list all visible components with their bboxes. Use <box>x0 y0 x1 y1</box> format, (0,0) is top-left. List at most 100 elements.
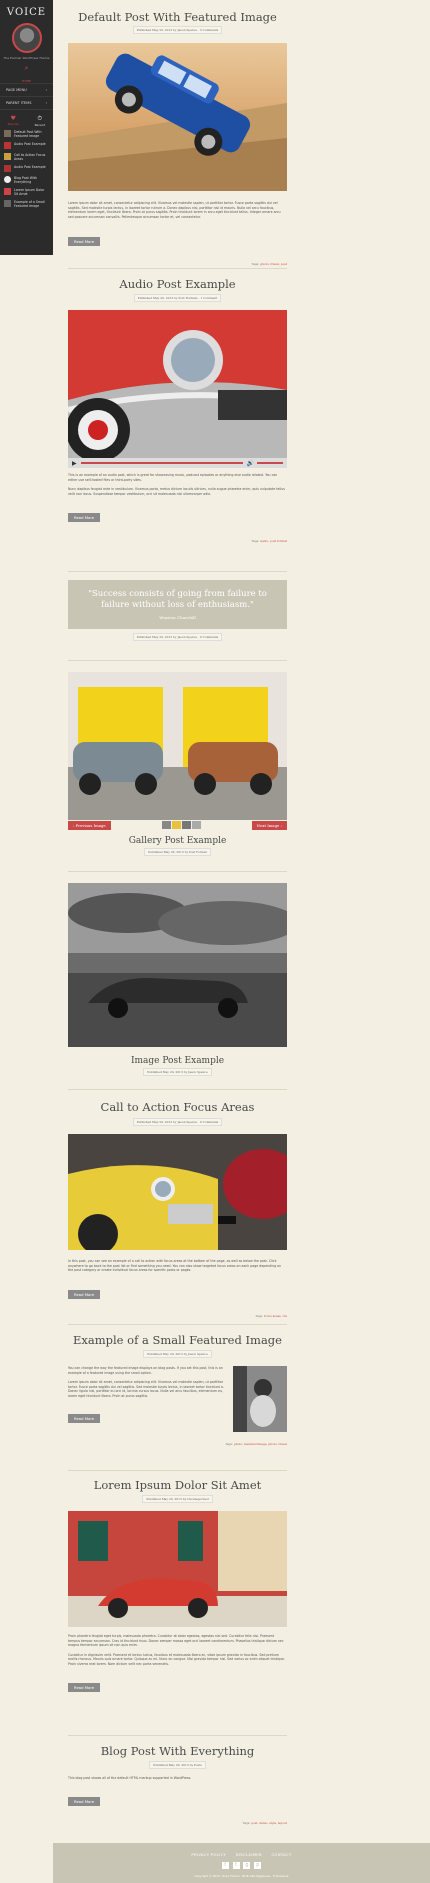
gallery-thumbnails <box>161 821 201 829</box>
previous-image-button[interactable]: ‹ Previous Image <box>68 820 111 830</box>
read-more-button[interactable]: Read More <box>68 513 101 523</box>
list-item[interactable]: Audio Post Example <box>4 165 49 172</box>
post-title[interactable]: Call to Action Focus Areas <box>68 1100 287 1114</box>
list-item[interactable]: Default Post With Featured Image <box>4 130 49 138</box>
featured-image[interactable] <box>68 43 287 191</box>
post-gallery: ‹ Previous Image Next Image › Gallery Po… <box>68 672 287 856</box>
featured-image[interactable] <box>68 883 287 1047</box>
list-item-title: Audio Post Example <box>14 142 46 146</box>
search-icon[interactable]: ⌕ <box>0 64 53 73</box>
post-meta: Published May 20, 2013 by Uncategorized <box>68 1495 287 1503</box>
play-icon[interactable]: ▶ <box>72 460 77 467</box>
tab-popular-label: Popular <box>7 122 19 126</box>
popular-posts-list: Default Post With Featured Image Audio P… <box>0 127 53 215</box>
post-excerpt: Lorem ipsum dolor sit amet, consectetur … <box>68 1380 224 1398</box>
post-excerpt: You can change the way the featured imag… <box>68 1366 223 1375</box>
chevron-right-icon: › <box>45 101 47 105</box>
featured-image[interactable] <box>68 1511 287 1627</box>
post-tags: Tags: photo, travel, post <box>251 262 287 267</box>
nav-parent-items-label: PARENT ITEMS <box>6 101 32 105</box>
volume-icon[interactable]: 🔊 <box>247 460 254 467</box>
post-excerpt: This is an example of an audio post, whi… <box>68 473 278 482</box>
post-tags: Tags: focus areas, cta <box>255 1313 287 1318</box>
post-thumbnail <box>4 142 11 149</box>
volume-slider[interactable] <box>257 462 283 464</box>
nav-page-menu-label: PAGE MENU <box>6 88 27 92</box>
list-item[interactable]: Blog Post With Everything <box>4 176 49 184</box>
post-divider <box>68 1735 287 1736</box>
post-small-featured: Example of a Small Featured Image Publis… <box>68 1333 287 1446</box>
footer-link-privacy[interactable]: PRIVACY POLICY <box>191 1852 226 1857</box>
list-item[interactable]: Call to Action Focus Areas <box>4 153 49 161</box>
post-divider <box>68 1089 287 1090</box>
gallery-thumbnail[interactable] <box>191 821 201 829</box>
post-meta: Published May 20, 2013 by Jason Spence <box>68 1068 287 1076</box>
post-title[interactable]: Audio Post Example <box>68 277 287 291</box>
nav-parent-items[interactable]: PARENT ITEMS › <box>0 96 53 109</box>
post-excerpt: Lorem ipsum dolor sit amet, consectetur … <box>68 201 281 219</box>
audio-progress-bar[interactable] <box>80 462 243 464</box>
tab-popular[interactable]: ♥ Popular <box>0 115 27 127</box>
read-more-button[interactable]: Read More <box>68 1289 101 1299</box>
twitter-icon[interactable]: t <box>232 1862 240 1869</box>
post-thumbnail <box>4 165 11 172</box>
read-more-button[interactable]: Read More <box>68 237 101 247</box>
nav-page-menu[interactable]: PAGE MENU › <box>0 83 53 96</box>
post-tags: Tags: audio, post format <box>251 539 287 544</box>
footer-link-disclaimer[interactable]: DISCLAIMER <box>236 1852 262 1857</box>
featured-image[interactable] <box>68 310 287 458</box>
car-illustration <box>68 883 287 1047</box>
post-title[interactable]: Blog Post With Everything <box>68 1744 287 1758</box>
list-item-title: Lorem Ipsum Dolor Sit Amet <box>14 188 45 196</box>
list-item[interactable]: Example of a Small Featured Image <box>4 200 49 208</box>
list-item[interactable]: Audio Post Example <box>4 142 49 149</box>
site-footer: PRIVACY POLICY DISCLAIMER CONTACT f t g … <box>53 1843 430 1883</box>
list-item[interactable]: Lorem Ipsum Dolor Sit Amet <box>4 188 49 196</box>
post-title[interactable]: Default Post With Featured Image <box>68 10 287 24</box>
car-illustration <box>68 53 287 191</box>
tab-recent[interactable]: ⏱ Recent <box>27 115 54 127</box>
cars-illustration <box>68 672 287 820</box>
car-illustration <box>68 1511 287 1627</box>
sidebar: VOICE The Premier WordPress Theme ⌕ HOME… <box>0 0 53 255</box>
next-image-button[interactable]: Next Image › <box>251 820 287 830</box>
sidebar-tabs: ♥ Popular ⏱ Recent <box>0 109 53 127</box>
read-more-button[interactable]: Read More <box>68 1682 101 1692</box>
footer-link-contact[interactable]: CONTACT <box>271 1852 291 1857</box>
post-excerpt: Curabitur in dignissim velit. Praesent e… <box>68 1652 285 1666</box>
facebook-icon[interactable]: f <box>221 1862 229 1869</box>
tag-link[interactable]: post, demo, style, layout <box>251 1821 287 1825</box>
gallery-thumbnail[interactable] <box>161 821 171 829</box>
google-plus-icon[interactable]: g <box>243 1862 251 1869</box>
quote-block[interactable]: "Success consists of going from failure … <box>68 580 287 629</box>
small-featured-image[interactable] <box>233 1366 287 1432</box>
clock-icon: ⏱ <box>37 115 43 122</box>
post-thumbnail <box>4 153 11 160</box>
post-title[interactable]: Example of a Small Featured Image <box>68 1333 287 1347</box>
post-title[interactable]: Image Post Example <box>68 1056 287 1066</box>
post-title[interactable]: Gallery Post Example <box>68 836 287 846</box>
tag-link[interactable]: photo, travel, post <box>260 262 287 266</box>
read-more-button[interactable]: Read More <box>68 1796 101 1806</box>
post-meta: Published May 20, 2013 by Post Format <box>68 848 287 856</box>
tag-link[interactable]: audio, post format <box>260 539 287 543</box>
gallery-thumbnail[interactable] <box>171 821 181 829</box>
gallery-thumbnail[interactable] <box>181 821 191 829</box>
social-icons: f t g p <box>53 1861 430 1869</box>
tag-link[interactable]: photo, featured image, photo, travel <box>234 1442 287 1446</box>
tag-link[interactable]: focus areas, cta <box>264 1314 287 1318</box>
post-excerpt: In this post, you can see an example of … <box>68 1259 282 1273</box>
post-thumbnail <box>4 130 11 137</box>
featured-image[interactable] <box>68 1134 287 1250</box>
post-excerpt: This blog post shows all of the default … <box>68 1776 192 1780</box>
read-more-button[interactable]: Read More <box>68 1413 101 1423</box>
pinterest-icon[interactable]: p <box>254 1862 262 1869</box>
site-logo[interactable]: VOICE <box>0 0 53 18</box>
post-divider <box>68 1470 287 1471</box>
post-default-featured: Default Post With Featured Image Publish… <box>68 10 287 266</box>
gallery-image[interactable] <box>68 672 287 820</box>
post-divider <box>68 268 287 269</box>
post-title[interactable]: Lorem Ipsum Dolor Sit Amet <box>68 1478 287 1492</box>
post-meta: Published May 20, 2013 by Posts <box>68 1761 287 1769</box>
post-meta: Published May 20, 2013 by Jason Spence ·… <box>68 26 287 34</box>
